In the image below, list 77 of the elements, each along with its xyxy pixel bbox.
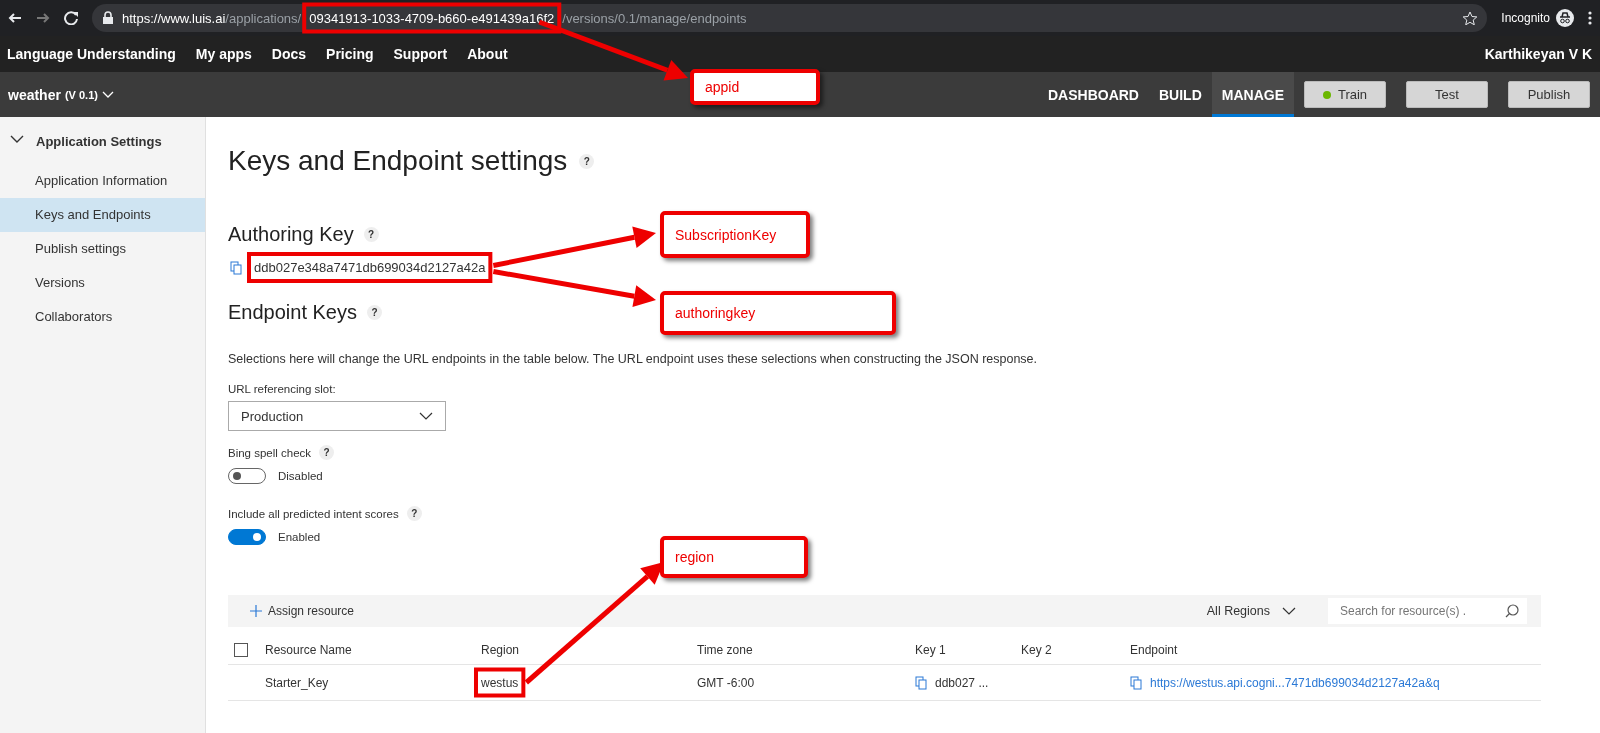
user-name[interactable]: Karthikeyan V K — [1484, 46, 1592, 62]
table-cell: westus — [481, 675, 519, 690]
endpoint-link[interactable]: https://westus.api.cogni...7471db699034d2127a42a&q — [1150, 675, 1440, 690]
help-icon[interactable]: ? — [363, 227, 379, 242]
field-label: Include all predicted intent scores — [228, 507, 399, 520]
sidebar-item[interactable]: Keys and Endpoints — [0, 198, 205, 232]
table-cell: Starter_Key — [265, 675, 329, 690]
nav-tab[interactable]: DASHBOARD — [1038, 72, 1149, 117]
copy-icon[interactable] — [915, 675, 927, 690]
highlight-box — [474, 667, 526, 698]
star-icon[interactable] — [1463, 11, 1478, 25]
nav-link[interactable]: Docs — [271, 46, 307, 62]
copy-icon[interactable] — [1130, 675, 1142, 690]
authoring-key: ddb027e348a7471db699034d2127a42a — [254, 260, 486, 275]
sidebar-item[interactable]: Collaborators — [0, 300, 205, 334]
help-icon[interactable]: ? — [367, 305, 382, 320]
column-header: Resource Name — [265, 642, 352, 657]
nav-link[interactable]: Support — [393, 46, 448, 62]
address-bar[interactable]: https://www.luis.ai/applications/ 09341913-1033-4709-b660-e491439a16f2 /versions/0.1/manage/endpoints — [92, 4, 1488, 32]
train-button[interactable]: Train — [1304, 81, 1386, 108]
section-heading: Endpoint Keys — [228, 301, 357, 324]
help-icon[interactable]: ? — [319, 445, 335, 460]
nav-link[interactable]: About — [467, 46, 508, 62]
column-header: Endpoint — [1130, 642, 1178, 657]
toggle-switch[interactable] — [228, 468, 266, 484]
nav-link[interactable]: Pricing — [326, 46, 374, 62]
description-text: Selections here will change the URL endpoints in the table below. The URL endpoint uses these selections when constructing the JSON response. — [228, 352, 1039, 366]
field-label: URL referencing slot: — [228, 383, 337, 395]
field-label: Bing spell check — [228, 446, 312, 459]
toolbar-button[interactable]: Publish — [1508, 81, 1590, 108]
back-icon[interactable] — [8, 11, 22, 25]
annotation-label: region — [660, 536, 808, 578]
page-title: Keys and Endpoint settings — [228, 145, 568, 177]
url-text: https://www.luis.ai/applications/ 09341913-1033-4709-b660-e491439a16f2 /versions/0.1/manage/endpoints — [122, 10, 747, 26]
search-field[interactable]: Search for resource(s) . — [1328, 598, 1527, 624]
forward-icon[interactable] — [36, 11, 50, 25]
incognito-icon — [1556, 9, 1574, 27]
plus-icon — [250, 605, 262, 617]
sidebar-item[interactable]: Application Information — [0, 164, 205, 198]
column-header: Time zone — [697, 642, 753, 657]
toggle-state: Disabled — [278, 470, 323, 482]
table-cell: GMT -6:00 — [697, 675, 755, 690]
section-heading: Authoring Key — [228, 223, 354, 246]
toolbar-button[interactable]: Test — [1406, 81, 1488, 108]
chevron-down-icon — [101, 90, 114, 99]
nav-tab[interactable]: BUILD — [1149, 72, 1212, 117]
sidebar-item[interactable]: Versions — [0, 266, 205, 300]
help-icon[interactable]: ? — [406, 506, 422, 521]
copy-icon[interactable] — [230, 260, 242, 275]
toggle-state: Enabled — [278, 531, 321, 543]
help-icon[interactable]: ? — [579, 153, 595, 169]
nav-link[interactable]: Language Understanding — [7, 46, 176, 62]
column-header: Region — [481, 642, 520, 657]
select-all-checkbox[interactable] — [234, 642, 248, 657]
reload-icon[interactable] — [64, 11, 78, 25]
search-icon[interactable] — [1505, 604, 1519, 618]
nav-tab[interactable]: MANAGE — [1211, 72, 1294, 117]
nav-link[interactable]: My apps — [195, 46, 252, 62]
toggle-switch[interactable] — [228, 529, 266, 545]
column-header: Key 1 — [915, 642, 946, 657]
annotation-label: SubscriptionKey — [660, 211, 810, 258]
table-cell: ddb027 ... — [935, 675, 989, 690]
status-dot — [1322, 90, 1331, 99]
chevron-down-icon — [1282, 607, 1296, 615]
lock-icon — [102, 11, 114, 25]
section-toggle[interactable]: Application Settings — [0, 129, 162, 154]
slot-dropdown[interactable]: Production — [228, 401, 446, 431]
more-icon[interactable] — [1588, 11, 1592, 25]
profile-label: Incognito — [1501, 11, 1550, 25]
annotation-label: appid — [690, 69, 820, 105]
chevron-down-icon — [419, 412, 433, 420]
region-filter[interactable]: All Regions — [1200, 603, 1302, 619]
annotation-label: authoringkey — [660, 291, 896, 335]
assign-resource-button[interactable]: Assign resource — [250, 604, 355, 618]
sidebar-item[interactable]: Publish settings — [0, 232, 205, 266]
column-header: Key 2 — [1021, 642, 1052, 657]
app-selector[interactable]: weather (V 0.1) — [8, 72, 114, 117]
